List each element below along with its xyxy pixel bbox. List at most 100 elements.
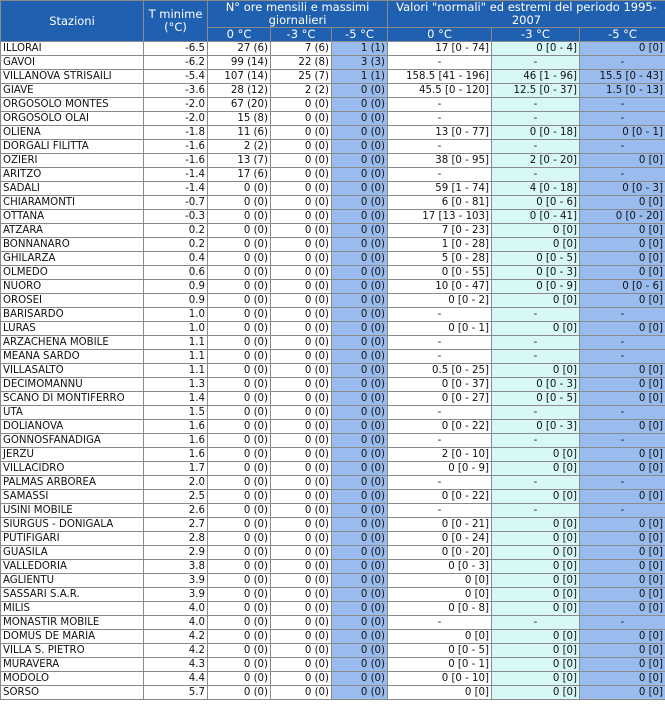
ore-m3-cell: 0 (0): [270, 419, 332, 434]
normali-m3-cell: 0 [0]: [491, 517, 580, 532]
tmin-cell: -1.4: [143, 167, 208, 182]
ore-0-cell: 0 (0): [207, 293, 271, 308]
normali-m5-cell: 0 [0]: [578, 517, 665, 532]
normali-m5-cell: 0 [0]: [578, 419, 665, 434]
station-name: OLIENA: [0, 125, 144, 140]
table-row: SCANO DI MONTIFERRO 1.4 0 (0) 0 (0) 0 (0) 0 […: [0, 391, 665, 406]
ore-0-cell: 0 (0): [207, 489, 271, 504]
normali-0-cell: -: [387, 615, 492, 630]
ore-m5-cell: 0 (0): [331, 685, 388, 700]
tmin-cell: 2.8: [143, 531, 208, 546]
tmin-cell: 2.9: [143, 545, 208, 560]
ore-m5-cell: 0 (0): [331, 657, 388, 672]
ore-m3-cell: 0 (0): [270, 335, 332, 350]
ore-m5-cell: 0 (0): [331, 405, 388, 420]
ore-m5-cell: 0 (0): [331, 643, 388, 658]
normali-0-cell: 0 [0 - 21]: [387, 517, 492, 532]
normali-m3-cell: 0 [0 - 5]: [491, 251, 580, 266]
normali-m3-cell: 0 [0]: [491, 629, 580, 644]
station-name: VILLANOVA STRISAILI: [0, 69, 144, 84]
normali-m3-cell: 0 [0]: [491, 685, 580, 700]
station-name: GUASILA: [0, 545, 144, 560]
ore-m3-cell: 0 (0): [270, 195, 332, 210]
normali-m3-cell: 0 [0]: [491, 531, 580, 546]
station-name: VILLA S. PIETRO: [0, 643, 144, 658]
normali-m5-cell: 0 [0]: [578, 321, 665, 336]
normali-m3-cell: 0 [0]: [491, 601, 580, 616]
ore-0-cell: 0 (0): [207, 223, 271, 238]
ore-m3-cell: 0 (0): [270, 391, 332, 406]
table-row: OLIENA -1.8 11 (6) 0 (0) 0 (0) 13 [0 - 77] 0 […: [0, 125, 665, 140]
normali-m5-cell: -: [578, 307, 665, 322]
ore-m3-cell: 0 (0): [270, 167, 332, 182]
ore-m3-cell: 0 (0): [270, 475, 332, 490]
ore-m5-cell: 0 (0): [331, 475, 388, 490]
normali-m5-cell: 0 [0]: [578, 629, 665, 644]
normali-m3-cell: -: [491, 615, 580, 630]
ore-m5-cell: 0 (0): [331, 223, 388, 238]
station-name: MONASTIR MOBILE: [0, 615, 144, 630]
normali-0-cell: 6 [0 - 81]: [387, 195, 492, 210]
normali-m5-cell: 0 [0]: [578, 195, 665, 210]
ore-m5-cell: 0 (0): [331, 601, 388, 616]
normali-0-cell: -: [387, 139, 492, 154]
normali-m3-cell: 0 [0 - 3]: [491, 419, 580, 434]
normali-m3-cell: -: [491, 97, 580, 112]
station-name: OZIERI: [0, 153, 144, 168]
normali-m3-cell: 0 [0]: [491, 321, 580, 336]
tmin-cell: 0.6: [143, 265, 208, 280]
ore-0-cell: 13 (7): [207, 153, 271, 168]
ore-0-cell: 0 (0): [207, 349, 271, 364]
table-row: DOMUS DE MARIA 4.2 0 (0) 0 (0) 0 (0) 0 [0] 0 […: [0, 629, 665, 644]
ore-m5-cell: 0 (0): [331, 195, 388, 210]
normali-m5-cell: -: [578, 405, 665, 420]
table-row: ARZACHENA MOBILE 1.1 0 (0) 0 (0) 0 (0) - - -: [0, 335, 665, 350]
ore-m5-cell: 0 (0): [331, 391, 388, 406]
tmin-cell: 4.2: [143, 643, 208, 658]
tmin-cell: 4.0: [143, 601, 208, 616]
tmin-cell: 1.4: [143, 391, 208, 406]
ore-m5-cell: 0 (0): [331, 251, 388, 266]
ore-m3-cell: 0 (0): [270, 293, 332, 308]
table-row: MODOLO 4.4 0 (0) 0 (0) 0 (0) 0 [0 - 10] 0 [0] 0…: [0, 671, 665, 686]
ore-m3-cell: 0 (0): [270, 125, 332, 140]
table-row: VILLASALTO 1.1 0 (0) 0 (0) 0 (0) 0.5 [0 - 25]…: [0, 363, 665, 378]
tmin-cell: 2.7: [143, 517, 208, 532]
normali-m3-cell: 0 [0]: [491, 461, 580, 476]
normali-0-cell: 2 [0 - 10]: [387, 447, 492, 462]
normali-m5-cell: 0 [0]: [578, 671, 665, 686]
ore-m5-cell: 0 (0): [331, 531, 388, 546]
normali-0-cell: 158.5 [41 - 196]: [387, 69, 492, 84]
ore-0-cell: 0 (0): [207, 545, 271, 560]
ore-0-cell: 0 (0): [207, 279, 271, 294]
station-name: GONNOSFANADIGA: [0, 433, 144, 448]
table-row: MONASTIR MOBILE 4.0 0 (0) 0 (0) 0 (0) - - -: [0, 615, 665, 630]
normali-m3-cell: 0 [0]: [491, 489, 580, 504]
normali-m3-cell: 0 [0]: [491, 363, 580, 378]
ore-0-cell: 0 (0): [207, 601, 271, 616]
normali-0-cell: 10 [0 - 47]: [387, 279, 492, 294]
table-row: VILLANOVA STRISAILI -5.4 107 (14) 25 (7) 1 (…: [0, 69, 665, 84]
normali-m3-cell: -: [491, 349, 580, 364]
ore-m5-cell: 0 (0): [331, 181, 388, 196]
normali-m5-cell: 0 [0]: [578, 237, 665, 252]
tmin-cell: -1.6: [143, 139, 208, 154]
normali-0-cell: 59 [1 - 74]: [387, 181, 492, 196]
ore-0-cell: 0 (0): [207, 419, 271, 434]
table-row: BONNANARO 0.2 0 (0) 0 (0) 0 (0) 1 [0 - 28] 0 […: [0, 237, 665, 252]
normali-m5-cell: 0 [0]: [578, 657, 665, 672]
normali-m3-cell: -: [491, 475, 580, 490]
tmin-cell: 1.6: [143, 433, 208, 448]
ore-m5-cell: 0 (0): [331, 321, 388, 336]
table-row: GAVOI -6.2 99 (14) 22 (8) 3 (3) - - -: [0, 55, 665, 70]
ore-m3-cell: 0 (0): [270, 307, 332, 322]
ore-0-cell: 0 (0): [207, 615, 271, 630]
ore-0-cell: 99 (14): [207, 55, 271, 70]
ore-0-cell: 0 (0): [207, 405, 271, 420]
ore-m3-cell: 0 (0): [270, 615, 332, 630]
normali-0-cell: 5 [0 - 28]: [387, 251, 492, 266]
ore-0-cell: 0 (0): [207, 195, 271, 210]
ore-0-cell: 67 (20): [207, 97, 271, 112]
ore-m5-cell: 0 (0): [331, 419, 388, 434]
normali-0-cell: -: [387, 405, 492, 420]
